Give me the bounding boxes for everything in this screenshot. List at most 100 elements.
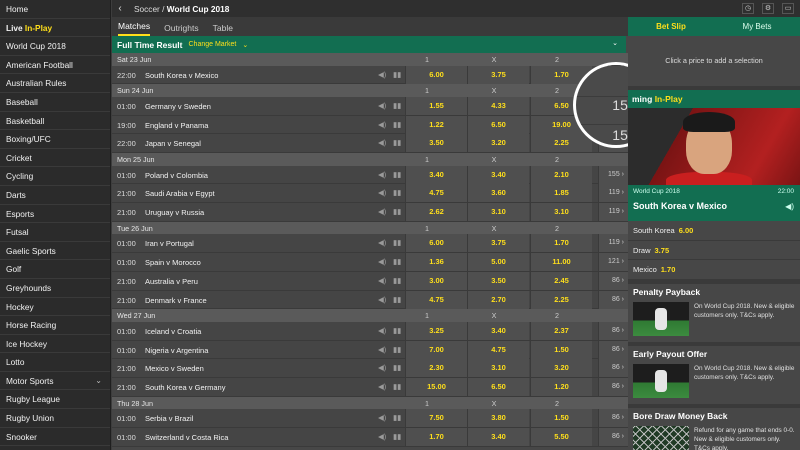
stats-icon[interactable]: ▮▮ <box>393 295 401 304</box>
selection-row[interactable]: Draw 3.75 <box>628 240 800 260</box>
match-teams[interactable]: Germany v Sweden <box>145 102 211 111</box>
odds-button[interactable]: 6.00 <box>405 65 467 84</box>
stats-icon[interactable]: ▮▮ <box>393 170 401 179</box>
match-teams[interactable]: England v Panama <box>145 121 208 130</box>
sidebar-item[interactable]: Baseball <box>0 93 110 112</box>
odds-button[interactable]: 1.50 <box>530 340 592 359</box>
stats-icon[interactable]: ▮▮ <box>393 345 401 354</box>
audio-icon[interactable]: ◀) <box>378 295 386 304</box>
promo-card[interactable]: Bore Draw Money Back Refund for any game … <box>628 407 800 450</box>
more-markets-link[interactable]: 86 › <box>598 271 628 290</box>
match-row[interactable]: 21:00 Uruguay v Russia ◀) ▮▮ 2.62 3.10 3.10 119… <box>112 203 628 222</box>
audio-icon[interactable]: ◀) <box>378 363 386 372</box>
odds-button[interactable]: 4.75 <box>405 184 467 203</box>
match-teams[interactable]: Iceland v Croatia <box>145 327 201 336</box>
more-markets-link[interactable]: 119 › <box>598 203 628 221</box>
sidebar-item[interactable]: Hockey <box>0 298 110 317</box>
more-markets-link[interactable]: 86 › <box>598 340 628 359</box>
odds-button[interactable]: 7.00 <box>405 340 467 359</box>
odds-button[interactable]: 1.85 <box>530 184 592 203</box>
odds-button[interactable]: 3.25 <box>405 321 467 340</box>
odds-button[interactable]: 3.10 <box>467 203 529 221</box>
odds-button[interactable]: 1.55 <box>405 96 467 115</box>
match-row[interactable]: 21:00 South Korea v Germany ◀) ▮▮ 15.00 6.50 1… <box>112 378 628 397</box>
stats-icon[interactable]: ▮▮ <box>393 188 401 197</box>
audio-icon[interactable]: ◀) <box>378 326 386 335</box>
match-row[interactable]: 19:00 England v Panama ◀) ▮▮ 1.22 6.50 19.00 <box>112 115 628 135</box>
match-row[interactable]: 01:00 Nigeria v Argentina ◀) ▮▮ 7.00 4.75 1.50… <box>112 340 628 360</box>
promo-card[interactable]: Early Payout Offer On World Cup 2018. New… <box>628 345 800 404</box>
sidebar-item[interactable]: American Football <box>0 56 110 75</box>
selection-row[interactable]: Mexico 1.70 <box>628 260 800 280</box>
match-row[interactable]: 01:00 Switzerland v Costa Rica ◀) ▮▮ 1.70 3.4… <box>112 428 628 447</box>
odds-button[interactable]: 4.33 <box>467 96 529 115</box>
odds-button[interactable]: 1.36 <box>405 253 467 271</box>
sidebar-item[interactable]: Golf <box>0 260 110 279</box>
match-teams[interactable]: Australia v Peru <box>145 277 198 286</box>
stats-icon[interactable]: ▮▮ <box>393 101 401 110</box>
match-row[interactable]: 01:00 Serbia v Brazil ◀) ▮▮ 7.50 3.80 1.50 86 › <box>112 409 628 428</box>
audio-icon[interactable]: ◀) <box>378 101 386 110</box>
stats-icon[interactable]: ▮▮ <box>393 238 401 247</box>
window-icon[interactable]: ▭ <box>782 3 794 14</box>
stats-icon[interactable]: ▮▮ <box>393 326 401 335</box>
audio-icon[interactable]: ◀) <box>378 170 386 179</box>
odds-button[interactable]: 3.00 <box>405 271 467 290</box>
odds-button[interactable]: 3.50 <box>405 134 467 153</box>
stats-icon[interactable]: ▮▮ <box>393 432 401 441</box>
back-arrow-icon[interactable]: ‹ <box>112 3 128 14</box>
stats-icon[interactable]: ▮▮ <box>393 257 401 266</box>
odds-button[interactable]: 3.60 <box>467 184 529 203</box>
chevron-down-icon[interactable]: ⌄ <box>242 41 248 49</box>
match-teams[interactable]: Mexico v Sweden <box>145 364 204 373</box>
match-teams[interactable]: Japan v Senegal <box>145 139 201 148</box>
odds-button[interactable]: 1.70 <box>405 428 467 446</box>
more-markets-link[interactable]: 86 › <box>598 290 628 309</box>
odds-button[interactable]: 3.40 <box>467 165 529 184</box>
stats-icon[interactable]: ▮▮ <box>393 70 401 79</box>
promo-card[interactable]: Penalty Payback On World Cup 2018. New & … <box>628 283 800 342</box>
sidebar-item[interactable]: Rugby Union <box>0 409 110 428</box>
sidebar-item[interactable]: Motor Sports ⌄ <box>0 372 110 391</box>
match-row[interactable]: 22:00 Japan v Senegal ◀) ▮▮ 3.50 3.20 2.25 <box>112 134 628 153</box>
stats-icon[interactable]: ▮▮ <box>393 276 401 285</box>
more-markets-link[interactable]: 121 › <box>598 253 628 271</box>
sidebar-item[interactable]: Basketball <box>0 112 110 131</box>
match-teams[interactable]: Iran v Portugal <box>145 239 194 248</box>
sidebar-item[interactable]: Esports <box>0 205 110 224</box>
tab-table[interactable]: Table <box>213 23 233 36</box>
match-row[interactable]: 01:00 Iceland v Croatia ◀) ▮▮ 3.25 3.40 2.37 86… <box>112 321 628 341</box>
audio-icon[interactable]: ◀) <box>378 120 386 129</box>
odds-button[interactable]: 6.50 <box>467 378 529 396</box>
selection-odds[interactable]: 6.00 <box>679 226 694 235</box>
sidebar-item[interactable]: Cycling <box>0 167 110 186</box>
sidebar-item[interactable]: Australian Rules <box>0 74 110 93</box>
odds-button[interactable]: 5.50 <box>530 428 592 446</box>
sidebar-item[interactable]: Cricket <box>0 149 110 168</box>
match-teams[interactable]: Serbia v Brazil <box>145 414 193 423</box>
more-markets-link[interactable]: 86 › <box>598 428 628 446</box>
odds-button[interactable]: 3.20 <box>467 134 529 153</box>
odds-button[interactable]: 3.10 <box>467 359 529 378</box>
odds-button[interactable]: 7.50 <box>405 409 467 428</box>
more-markets-link[interactable]: 86 › <box>598 378 628 396</box>
odds-button[interactable]: 2.45 <box>530 271 592 290</box>
match-row[interactable]: 21:00 Saudi Arabia v Egypt ◀) ▮▮ 4.75 3.60 1.8… <box>112 184 628 203</box>
more-markets-link[interactable]: 119 › <box>598 184 628 203</box>
odds-button[interactable]: 3.20 <box>530 359 592 378</box>
sidebar-item[interactable]: Gaelic Sports <box>0 242 110 261</box>
stats-icon[interactable]: ▮▮ <box>393 413 401 422</box>
match-teams[interactable]: Nigeria v Argentina <box>145 346 208 355</box>
more-markets-link[interactable]: 155 › <box>598 165 628 184</box>
tab-outrights[interactable]: Outrights <box>164 23 199 36</box>
odds-button[interactable]: 5.00 <box>467 253 529 271</box>
sidebar-item-live-inplay[interactable]: Live In-Play <box>0 19 110 38</box>
audio-icon[interactable]: ◀) <box>378 188 386 197</box>
odds-button[interactable]: 1.50 <box>530 409 592 428</box>
match-row[interactable]: 21:00 Mexico v Sweden ◀) ▮▮ 2.30 3.10 3.20 86 › <box>112 359 628 378</box>
more-markets-link[interactable]: 86 › <box>598 359 628 378</box>
odds-button[interactable]: 2.25 <box>530 134 592 153</box>
tab-bet-slip[interactable]: Bet Slip <box>628 22 714 31</box>
match-row[interactable]: 21:00 Australia v Peru ◀) ▮▮ 3.00 3.50 2.45 86 … <box>112 271 628 291</box>
match-teams[interactable]: South Korea v Mexico <box>145 71 218 80</box>
